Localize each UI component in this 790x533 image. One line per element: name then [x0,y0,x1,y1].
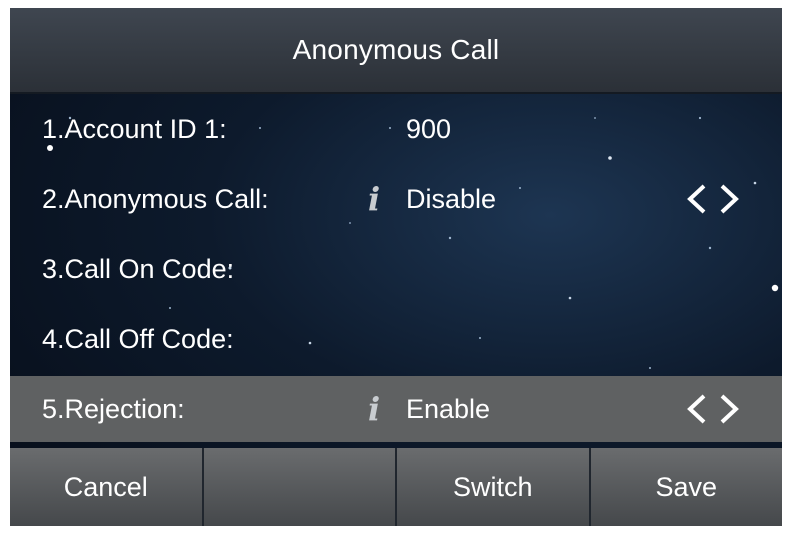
blank-softkey[interactable] [203,448,397,526]
setting-row-rejection[interactable]: 5.Rejection: i Enable [10,376,782,442]
info-icon[interactable]: i [368,164,380,234]
setting-value: Disable [406,183,497,214]
softkey-bar: Cancel Switch Save [10,448,782,526]
setting-row-anonymous-call[interactable]: 2.Anonymous Call: i Disable [10,164,782,234]
chevron-right-icon[interactable] [716,182,744,216]
setting-value: Enable [406,393,491,424]
save-button[interactable]: Save [590,448,782,526]
info-icon[interactable]: i [368,376,380,442]
phone-screen: Anonymous Call 1.Account ID 1: 900 2.Ano… [10,8,782,526]
title-bar: Anonymous Call [10,8,782,94]
chevron-right-icon[interactable] [716,392,744,426]
switch-button[interactable]: Switch [397,448,591,526]
setting-label: 5.Rejection: [42,393,185,424]
chevron-left-icon[interactable] [682,182,710,216]
setting-row-account-id[interactable]: 1.Account ID 1: 900 [10,94,782,164]
option-arrows[interactable] [682,164,744,234]
cancel-button[interactable]: Cancel [10,448,204,526]
setting-label: 4.Call Off Code: [42,323,234,354]
setting-value: 900 [406,113,452,144]
chevron-left-icon[interactable] [682,392,710,426]
setting-row-call-on-code[interactable]: 3.Call On Code: [10,234,782,304]
setting-label: 2.Anonymous Call: [42,183,269,214]
page-title: Anonymous Call [292,34,500,65]
setting-label: 3.Call On Code: [42,253,235,284]
setting-row-call-off-code[interactable]: 4.Call Off Code: [10,304,782,374]
option-arrows[interactable] [682,376,744,442]
setting-label: 1.Account ID 1: [42,113,227,144]
